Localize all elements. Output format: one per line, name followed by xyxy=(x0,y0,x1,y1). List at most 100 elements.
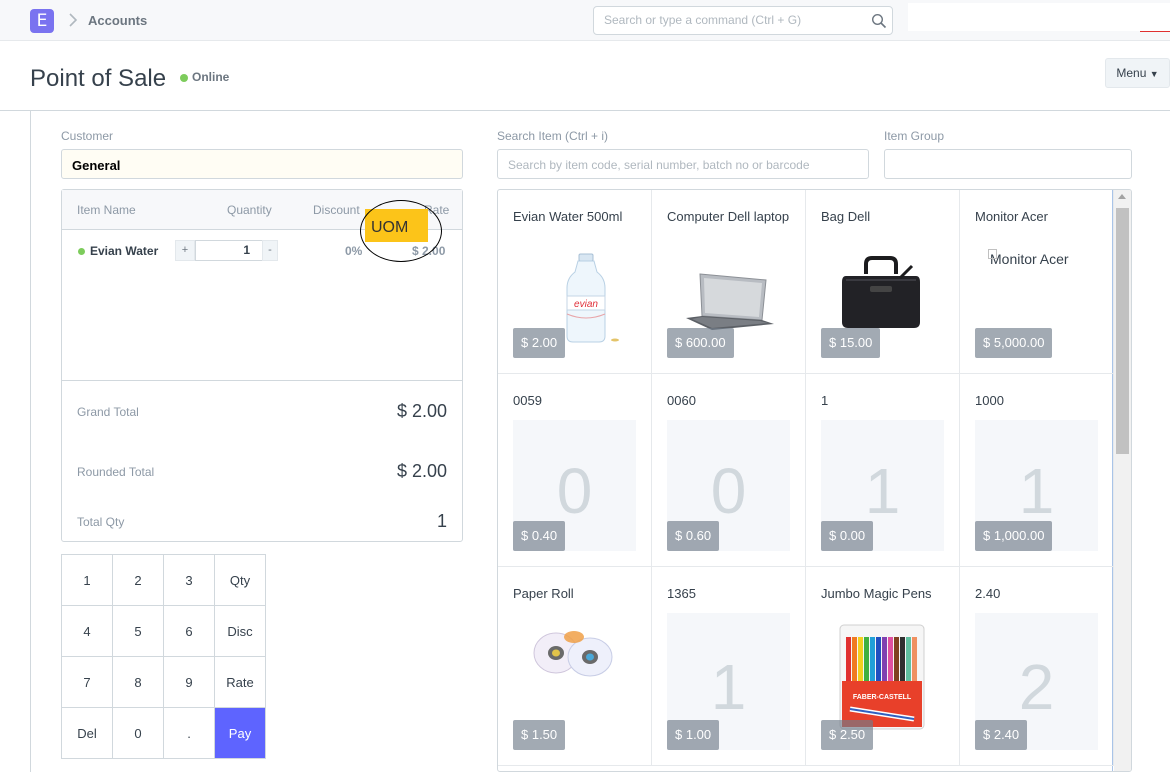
item-tile[interactable]: 1000 1 $ 1,000.00 xyxy=(960,374,1114,567)
qty-decrement-button[interactable]: - xyxy=(262,240,278,261)
page-head: Point of Sale Online Menu ▼ xyxy=(0,41,1170,111)
key-disc[interactable]: Disc xyxy=(215,606,266,657)
item-tile[interactable]: 2.40 2 $ 2.40 xyxy=(960,567,1114,766)
item-tile[interactable]: 1365 1 $ 1.00 xyxy=(652,567,806,766)
scroll-thumb[interactable] xyxy=(1116,208,1129,454)
item-price: $ 5,000.00 xyxy=(975,328,1053,358)
col-quantity: Quantity xyxy=(227,203,272,217)
item-price: $ 1.50 xyxy=(513,720,566,750)
user-indicator xyxy=(1140,31,1170,32)
item-price: $ 2.00 xyxy=(513,328,566,358)
paper-roll-image xyxy=(533,631,613,677)
cart-item-name[interactable]: Evian Water xyxy=(90,244,158,258)
broken-image-placeholder: Monitor Acer xyxy=(988,249,1090,269)
key-8[interactable]: 8 xyxy=(113,657,164,708)
item-price: $ 2.50 xyxy=(821,720,874,750)
key-5[interactable]: 5 xyxy=(113,606,164,657)
cart-totals: Grand Total $ 2.00 Rounded Total $ 2.00 … xyxy=(62,380,462,541)
key-1[interactable]: 1 xyxy=(62,555,113,606)
item-price: $ 15.00 xyxy=(821,328,881,358)
key-6[interactable]: 6 xyxy=(164,606,215,657)
item-name: 1 xyxy=(821,393,829,408)
awesome-bar[interactable] xyxy=(593,6,893,35)
item-name: Computer Dell laptop xyxy=(667,209,790,224)
navbar: E Accounts xyxy=(0,0,1170,41)
grand-total-value: $ 2.00 xyxy=(396,401,447,421)
breadcrumb-accounts[interactable]: Accounts xyxy=(88,13,147,28)
awesome-bar-input[interactable] xyxy=(604,13,854,27)
item-group-field[interactable] xyxy=(884,149,1132,179)
cart-item-discount: 0% xyxy=(345,244,363,258)
item-tile[interactable]: 0060 0 $ 0.60 xyxy=(652,374,806,567)
item-tile[interactable]: Bag Dell $ 15.00 xyxy=(806,190,960,374)
key-3[interactable]: 3 xyxy=(164,555,215,606)
item-name: Monitor Acer xyxy=(975,209,1048,224)
items-grid: Evian Water 500ml evian $ 2.00 Computer … xyxy=(498,190,1114,771)
item-price: $ 0.00 xyxy=(821,521,874,551)
customer-label: Customer xyxy=(61,129,114,143)
search-icon[interactable] xyxy=(871,13,887,29)
key-decimal[interactable]: . xyxy=(164,708,215,759)
customer-field[interactable]: General xyxy=(61,149,463,179)
page-title: Point of Sale xyxy=(30,65,167,92)
item-tile[interactable]: Paper Roll $ 1.50 xyxy=(498,567,652,766)
chevron-right-icon xyxy=(69,13,78,27)
caret-down-icon: ▼ xyxy=(1149,69,1159,79)
bag-image xyxy=(842,256,920,328)
item-name: Bag Dell xyxy=(821,209,871,224)
item-tile[interactable]: Jumbo Magic Pens FABER-CASTELL $ 2.50 xyxy=(806,567,960,766)
number-pad: 1 2 3 Qty 4 5 6 Disc 7 8 9 Rate Del 0 . … xyxy=(61,554,266,759)
item-name: 1365 xyxy=(667,586,696,601)
broken-image-icon xyxy=(988,249,997,259)
pay-button[interactable]: Pay xyxy=(215,708,266,759)
bottle-brand: evian xyxy=(574,299,598,310)
pens-image: FABER-CASTELL xyxy=(839,624,925,730)
key-qty[interactable]: Qty xyxy=(215,555,266,606)
total-qty-value: 1 xyxy=(436,511,447,531)
app-logo[interactable]: E xyxy=(30,9,54,33)
item-name: Paper Roll xyxy=(513,586,574,601)
key-rate[interactable]: Rate xyxy=(215,657,266,708)
rounded-total-value: $ 2.00 xyxy=(396,461,447,481)
qty-input[interactable]: 1 xyxy=(195,240,263,261)
search-item-label: Search Item (Ctrl + i) xyxy=(497,129,609,143)
key-2[interactable]: 2 xyxy=(113,555,164,606)
item-name: 1000 xyxy=(975,393,1004,408)
item-name: Jumbo Magic Pens xyxy=(821,586,932,601)
online-status-label: Online xyxy=(192,70,230,84)
col-discount: Discount xyxy=(313,203,360,217)
key-0[interactable]: 0 xyxy=(113,708,164,759)
laptop-image xyxy=(686,273,774,330)
key-4[interactable]: 4 xyxy=(62,606,113,657)
item-price: $ 600.00 xyxy=(667,328,734,358)
user-area xyxy=(908,3,1170,31)
item-tile[interactable]: 0059 0 $ 0.40 xyxy=(498,374,652,567)
search-item-input[interactable] xyxy=(508,158,848,172)
key-9[interactable]: 9 xyxy=(164,657,215,708)
scroll-up-arrow-icon[interactable] xyxy=(1118,194,1126,199)
item-group-label: Item Group xyxy=(884,129,945,143)
item-tile[interactable]: Computer Dell laptop $ 600.00 xyxy=(652,190,806,374)
menu-button[interactable]: Menu ▼ xyxy=(1105,58,1170,88)
qty-increment-button[interactable]: + xyxy=(175,240,195,261)
pens-brand: FABER-CASTELL xyxy=(853,694,912,701)
cart: Item Name Quantity Discount Rate Evian W… xyxy=(61,189,463,542)
grand-total-label: Grand Total xyxy=(77,405,139,419)
search-item-field[interactable] xyxy=(497,149,869,179)
menu-label: Menu xyxy=(1116,66,1147,80)
key-7[interactable]: 7 xyxy=(62,657,113,708)
items-scrollbar[interactable] xyxy=(1114,190,1131,771)
item-name: 2.40 xyxy=(975,586,1001,601)
item-tile[interactable]: Evian Water 500ml evian $ 2.00 xyxy=(498,190,652,374)
item-price: $ 0.60 xyxy=(667,521,720,551)
key-del[interactable]: Del xyxy=(62,708,113,759)
item-tile[interactable]: 1 1 $ 0.00 xyxy=(806,374,960,567)
item-name: 0059 xyxy=(513,393,542,408)
online-status-dot xyxy=(180,74,188,82)
item-price: $ 0.40 xyxy=(513,521,566,551)
item-price: $ 2.40 xyxy=(975,720,1028,750)
item-name: 0060 xyxy=(667,393,696,408)
rounded-total-label: Rounded Total xyxy=(77,465,155,479)
item-tile[interactable]: Monitor Acer Monitor Acer $ 5,000.00 xyxy=(960,190,1114,374)
item-name: Evian Water 500ml xyxy=(513,209,623,224)
